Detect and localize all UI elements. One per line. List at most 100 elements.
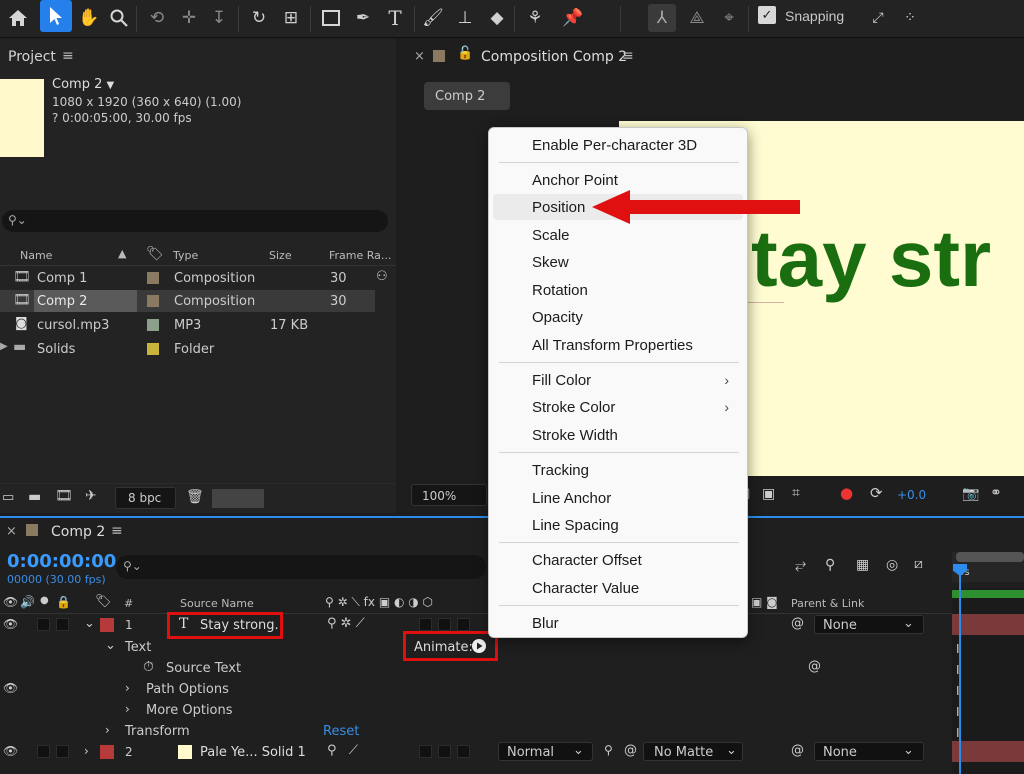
column-size[interactable]: Size bbox=[269, 250, 292, 261]
local-axis-icon[interactable]: ⅄ bbox=[648, 4, 676, 32]
pickwhip-icon[interactable]: @ bbox=[791, 617, 804, 630]
project-item[interactable]: ◙ cursol.mp3 MP3 17 KB bbox=[0, 314, 396, 336]
chevron-right-icon[interactable]: › bbox=[105, 724, 110, 736]
matte-pickwhip-icon[interactable]: @ bbox=[624, 744, 637, 757]
eraser-icon[interactable]: ◆ bbox=[484, 4, 510, 32]
pickwhip-icon[interactable]: @ bbox=[791, 744, 804, 757]
timeline-comp-tab[interactable]: Comp 2 bbox=[51, 525, 105, 539]
selection-tool-icon[interactable] bbox=[40, 0, 72, 32]
label-swatch[interactable] bbox=[100, 745, 114, 759]
chevron-right-icon[interactable]: › bbox=[84, 745, 89, 757]
menu-item-stroke-width[interactable]: Stroke Width bbox=[493, 422, 743, 448]
expression-icon[interactable]: @ bbox=[808, 660, 821, 673]
roto-brush-icon[interactable]: ⚘ bbox=[522, 4, 548, 32]
parent-dropdown[interactable]: None ⌄ bbox=[814, 742, 924, 761]
column-name[interactable]: Name bbox=[20, 250, 52, 261]
snap-edge-icon[interactable]: ⤢ bbox=[866, 4, 890, 32]
menu-item-line-spacing[interactable]: Line Spacing bbox=[493, 512, 743, 538]
pan-camera-icon[interactable]: ✛ bbox=[176, 4, 202, 32]
checkbox-icon[interactable]: ✓ bbox=[758, 6, 776, 24]
pen-tool-icon[interactable]: ✒ bbox=[350, 4, 376, 32]
show-snapshot-icon[interactable]: ⚭ bbox=[990, 486, 1002, 500]
layer-switches[interactable]: ⚲ ⟋ bbox=[327, 744, 358, 757]
zoom-dropdown[interactable]: 100% bbox=[411, 484, 487, 506]
property-row[interactable]: 👁 › Path Options bbox=[0, 678, 952, 699]
layer-bar[interactable] bbox=[952, 614, 1024, 635]
column-parent[interactable]: Parent & Link bbox=[791, 598, 864, 609]
sort-up-icon[interactable]: ▲ bbox=[118, 248, 126, 259]
safe-zones-icon[interactable]: ▣ bbox=[762, 487, 775, 501]
label-swatch[interactable] bbox=[147, 319, 159, 331]
panel-menu-icon[interactable]: ≡ bbox=[62, 49, 74, 63]
panel-menu-icon[interactable]: ≡ bbox=[622, 49, 634, 63]
orbit-camera-icon[interactable]: ⟲ bbox=[144, 4, 170, 32]
flowchart-icon[interactable]: ⚇ bbox=[376, 270, 388, 283]
dolly-camera-icon[interactable]: ↧ bbox=[206, 4, 232, 32]
exposure-reset-icon[interactable]: ⟳ bbox=[870, 486, 883, 501]
brush-tool-icon[interactable]: 🖌 bbox=[420, 4, 446, 32]
chevron-right-icon[interactable]: › bbox=[125, 682, 130, 694]
rectangle-tool-icon[interactable] bbox=[318, 4, 344, 32]
clone-stamp-icon[interactable]: ⊥ bbox=[452, 4, 478, 32]
label-tag-icon[interactable]: 🏷 bbox=[146, 247, 164, 261]
render-icon[interactable]: ✈ bbox=[85, 489, 97, 503]
chevron-down-icon[interactable]: ⌄ bbox=[105, 639, 116, 652]
column-frame-rate[interactable]: Frame Ra... bbox=[329, 250, 391, 261]
project-item[interactable]: 🎞 Comp 1 Composition 30 ⚇ bbox=[0, 267, 396, 289]
property-row[interactable]: › More Options bbox=[0, 699, 952, 720]
menu-item-fill-color[interactable]: Fill Color › bbox=[493, 367, 743, 393]
playhead[interactable] bbox=[959, 564, 961, 774]
comp-mini-flowchart-icon[interactable]: ⥂ bbox=[795, 558, 806, 572]
timeline-search-input[interactable]: ⚲⌄ bbox=[116, 555, 486, 579]
menu-item-blur[interactable]: Blur bbox=[493, 610, 743, 636]
close-icon[interactable]: × bbox=[6, 525, 17, 538]
new-folder-icon[interactable]: ▬ bbox=[28, 490, 41, 504]
puppet-pin-icon[interactable]: 📌 bbox=[560, 4, 586, 32]
track-matte-dropdown[interactable]: No Matte ⌄ bbox=[643, 742, 743, 761]
chevron-down-icon[interactable]: ⌄ bbox=[84, 617, 95, 630]
layer-row[interactable]: 👁 › 2 Pale Ye... Solid 1 ⚲ ⟋ Normal ⌄ ⚲ … bbox=[0, 741, 952, 762]
project-item[interactable]: ▶ ▬ Solids Folder bbox=[0, 338, 396, 360]
blend-mode-dropdown[interactable]: Normal ⌄ bbox=[498, 742, 593, 761]
pan-behind-icon[interactable]: ⊞ bbox=[278, 4, 304, 32]
home-icon[interactable] bbox=[4, 4, 32, 32]
trash-icon[interactable]: 🗑 bbox=[186, 490, 204, 504]
menu-item-line-anchor[interactable]: Line Anchor bbox=[493, 485, 743, 511]
layer-bar[interactable] bbox=[952, 741, 1024, 762]
shy-icon[interactable]: ⚲ bbox=[825, 558, 835, 572]
world-axis-icon[interactable]: ⟁ bbox=[684, 4, 710, 32]
close-icon[interactable]: × bbox=[414, 50, 425, 63]
panel-menu-icon[interactable]: ≡ bbox=[111, 524, 123, 538]
preserve-transparency-icon[interactable]: ⚲ bbox=[604, 744, 613, 756]
graph-editor-icon[interactable]: ⧄ bbox=[914, 557, 923, 571]
menu-item-character-value[interactable]: Character Value bbox=[493, 575, 743, 601]
snapshot-icon[interactable]: 📷 bbox=[962, 487, 979, 501]
comp-tab[interactable]: Comp 2 bbox=[424, 82, 510, 110]
menu-item-character-offset[interactable]: Character Offset bbox=[493, 547, 743, 573]
interpret-footage-icon[interactable]: ▭ bbox=[2, 491, 14, 504]
menu-item-skew[interactable]: Skew bbox=[493, 249, 743, 275]
frame-blending-icon[interactable]: ▦ bbox=[856, 558, 869, 572]
chevron-right-icon[interactable]: › bbox=[125, 703, 130, 715]
project-search-input[interactable]: ⚲⌄ bbox=[2, 210, 388, 232]
chevron-right-icon[interactable]: ▶ bbox=[0, 342, 8, 352]
label-swatch[interactable] bbox=[100, 618, 114, 632]
bit-depth-button[interactable]: 8 bpc bbox=[115, 487, 176, 509]
layer-switches[interactable]: ⚲ ✲ ⟋ bbox=[327, 617, 365, 630]
rotation-tool-icon[interactable]: ↻ bbox=[246, 4, 272, 32]
eye-icon[interactable]: 👁 bbox=[3, 618, 18, 630]
snap-grid-icon[interactable]: ⁘ bbox=[898, 4, 922, 32]
menu-item-all-transform-properties[interactable]: All Transform Properties bbox=[493, 332, 743, 358]
parent-dropdown[interactable]: None ⌄ bbox=[814, 615, 924, 634]
eye-icon[interactable]: 👁 bbox=[3, 682, 18, 694]
motion-blur-icon[interactable]: ◎ bbox=[886, 558, 898, 572]
stopwatch-icon[interactable]: ⏱ bbox=[143, 660, 154, 674]
property-row[interactable]: › Transform Reset bbox=[0, 720, 952, 741]
layer-name[interactable]: Pale Ye... Solid 1 bbox=[200, 746, 306, 759]
current-timecode[interactable]: 0:00:00:00 bbox=[7, 553, 116, 571]
menu-item-tracking[interactable]: Tracking bbox=[493, 457, 743, 483]
menu-item-stroke-color[interactable]: Stroke Color › bbox=[493, 394, 743, 420]
channels-icon[interactable]: ● bbox=[840, 486, 853, 501]
hand-tool-icon[interactable]: ✋ bbox=[76, 4, 102, 32]
menu-item-enable-per-character-3d[interactable]: Enable Per-character 3D bbox=[493, 132, 743, 158]
